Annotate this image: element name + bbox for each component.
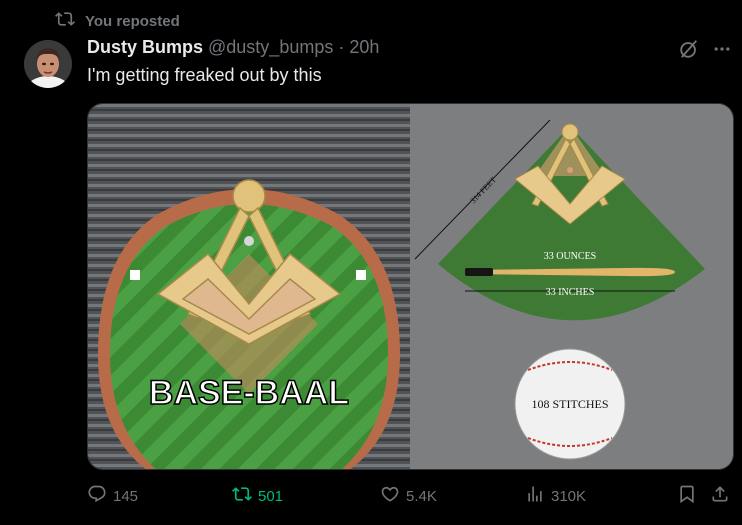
share-button[interactable]	[710, 484, 730, 508]
views-button[interactable]: 310K	[525, 484, 586, 508]
repost-banner-text: You reposted	[85, 12, 180, 30]
measure-ounces-text: 33 OUNCES	[544, 251, 597, 262]
media-image-diagram[interactable]: 314 FEET 33 OUNCES 33 INCHES 108 STITCHE…	[410, 104, 733, 469]
tweet-media[interactable]: BASE-BAAL 314 FEET 33 OUNCES 33 INCHES 1…	[87, 103, 734, 470]
views-count: 310K	[551, 487, 587, 505]
display-name[interactable]: Dusty Bumps	[87, 37, 203, 58]
handle[interactable]: @dusty_bumps	[208, 37, 333, 58]
separator-dot: ·	[338, 37, 345, 57]
like-count: 5.4K	[406, 487, 437, 505]
tweet-actions: 145 501 5.4K 310K	[87, 482, 737, 510]
repost-button[interactable]: 501	[232, 484, 283, 508]
bookmark-button[interactable]	[677, 484, 697, 508]
tweet-header: Dusty Bumps @dusty_bumps · 20h	[87, 37, 379, 58]
grok-icon[interactable]	[678, 38, 700, 60]
repost-banner[interactable]: You reposted	[55, 9, 180, 33]
repost-icon	[232, 484, 252, 508]
repost-icon	[55, 9, 75, 33]
reply-count: 145	[113, 487, 139, 505]
tweet-top-actions	[678, 38, 732, 60]
media-image-stadium[interactable]: BASE-BAAL	[88, 104, 410, 469]
avatar[interactable]	[24, 40, 72, 88]
repost-count: 501	[258, 487, 284, 505]
overlay-text-base-baal: BASE-BAAL	[149, 374, 349, 412]
views-icon	[525, 484, 545, 508]
bookmark-icon	[677, 484, 697, 508]
measure-inches-text: 33 INCHES	[546, 287, 595, 298]
stitches-text: 108 STITCHES	[531, 397, 608, 411]
heart-icon	[380, 484, 400, 508]
share-icon	[710, 484, 730, 508]
more-icon[interactable]	[712, 39, 732, 59]
like-button[interactable]: 5.4K	[380, 484, 437, 508]
timestamp[interactable]: 20h	[349, 37, 379, 58]
reply-button[interactable]: 145	[87, 484, 138, 508]
tweet-text: I'm getting freaked out by this	[87, 65, 322, 85]
reply-icon	[87, 484, 107, 508]
